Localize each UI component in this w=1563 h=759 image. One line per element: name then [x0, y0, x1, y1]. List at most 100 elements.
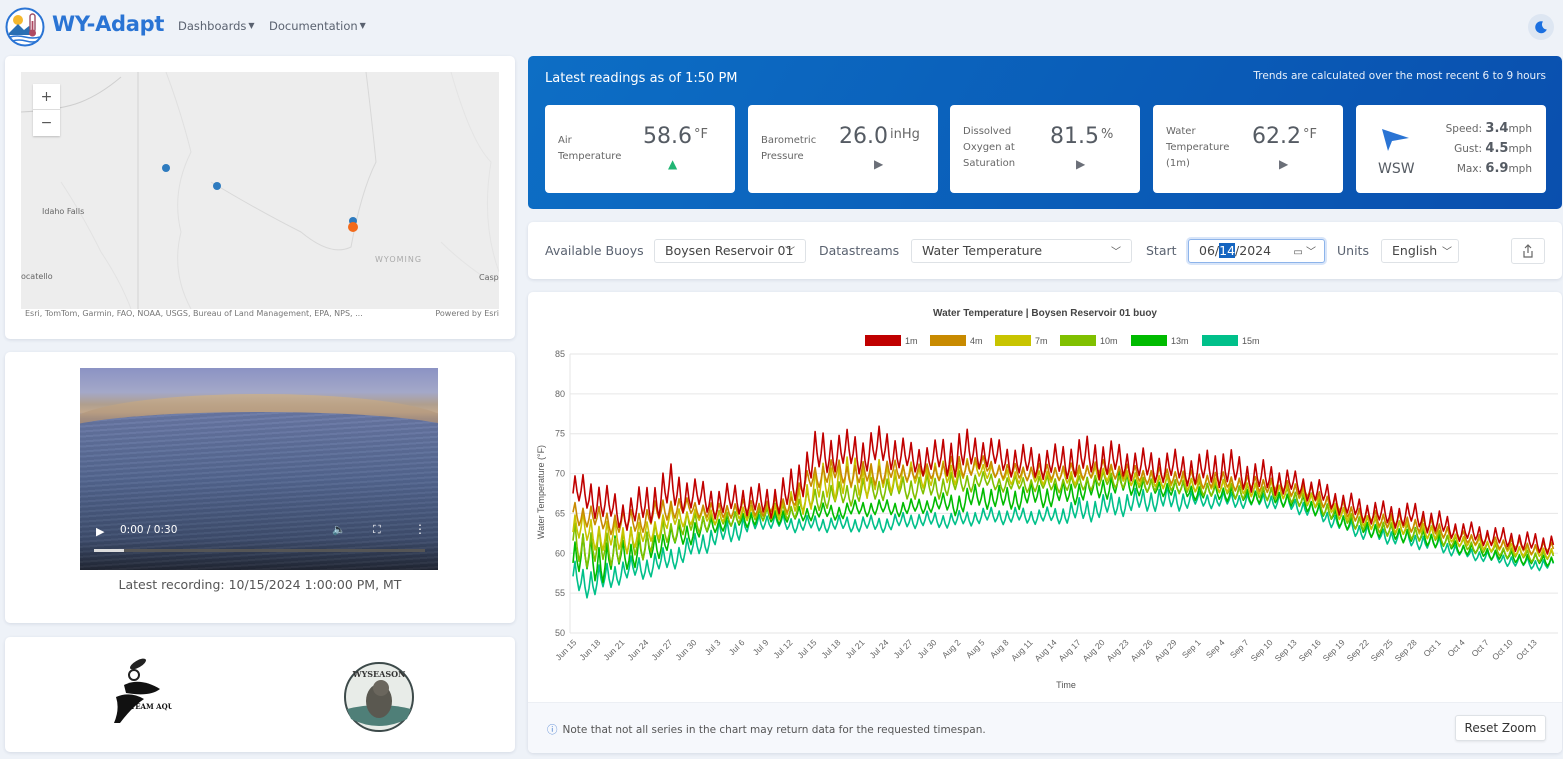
legend-swatch — [1202, 335, 1238, 346]
trend-steady-icon: ▶ — [1076, 157, 1086, 171]
legend-item-7m[interactable]: 7m — [995, 335, 1048, 346]
legend-item-1m[interactable]: 1m — [865, 335, 918, 346]
reading-number: 62.2 — [1252, 124, 1301, 149]
theme-toggle-button[interactable] — [1528, 14, 1554, 40]
reading-unit: °F — [1302, 127, 1317, 142]
buoy-select[interactable]: Boysen Reservoir 01 ﹀ — [654, 239, 806, 263]
legend-item-13m[interactable]: 13m — [1131, 335, 1189, 346]
more-options-icon[interactable]: ⋮ — [414, 522, 426, 536]
reading-unit: °F — [693, 127, 708, 142]
x-tick-label: Jun 30 — [673, 637, 698, 662]
powered-by-esri[interactable]: Powered by Esri — [435, 309, 499, 318]
buoy-video[interactable]: ▶ 0:00 / 0:30 🔈 ⛶ ⋮ — [80, 368, 438, 570]
reading-card-water-temperature: Water Temperature (1m) 62.2 °F ▶ — [1153, 105, 1343, 193]
buoy-marker[interactable] — [162, 164, 170, 172]
x-tick-label: Jul 24 — [867, 637, 890, 660]
x-tick-label: Aug 14 — [1032, 637, 1058, 663]
reading-unit: % — [1100, 127, 1114, 142]
logo-icon[interactable] — [5, 7, 45, 47]
dashboards-menu[interactable]: Dashboards ▼ — [178, 19, 255, 33]
video-progress-fill — [94, 549, 124, 552]
x-tick-label: Sep 25 — [1369, 637, 1395, 663]
datastream-select[interactable]: Water Temperature ﹀ — [911, 239, 1132, 263]
wind-speed: Speed: 3.4mph — [1445, 121, 1532, 136]
legend-item-10m[interactable]: 10m — [1060, 335, 1118, 346]
legend-label: 7m — [1035, 336, 1048, 346]
export-button[interactable] — [1511, 238, 1545, 264]
map-card: Idaho Falls ocatello WYOMING Casp + − Es… — [5, 56, 515, 339]
y-axis-label: Water Temperature (°F) — [536, 445, 546, 539]
reading-value: 58.6 °F — [643, 124, 708, 149]
map-zoom-controls: + − — [33, 84, 60, 136]
x-tick-label: Jul 30 — [915, 637, 938, 660]
chart-note-text: Note that not all series in the chart ma… — [562, 724, 986, 736]
datastreams-label: Datastreams — [819, 243, 900, 258]
video-progress-bar[interactable] — [94, 549, 425, 552]
x-axis-ticks: Jun 15Jun 18Jun 21Jun 24Jun 27Jun 30 Jul … — [553, 637, 1539, 663]
reading-label: Water Temperature (1m) — [1166, 126, 1230, 169]
x-tick-label: Oct 4 — [1445, 637, 1467, 659]
map-basemap — [21, 72, 499, 309]
datastream-select-value: Water Temperature — [922, 243, 1043, 258]
wyseason-logo: WYSEASON — [344, 662, 414, 732]
x-tick-label: Jun 21 — [601, 637, 626, 662]
calendar-icon[interactable]: ▭ ﹀ — [1293, 243, 1316, 258]
legend-item-4m[interactable]: 4m — [930, 335, 983, 346]
brand-name[interactable]: WY-Adapt — [52, 12, 164, 36]
x-tick-label: Sep 16 — [1297, 637, 1323, 663]
selected-buoy-marker[interactable] — [348, 222, 358, 232]
wyseason-text: WYSEASON — [352, 669, 406, 679]
chart-legend: 1m 4m 7m 10m 13m 15m — [865, 335, 1260, 346]
reading-value: 81.5% — [1050, 124, 1113, 149]
trend-steady-icon: ▶ — [1279, 157, 1289, 171]
start-date-day-selected: 14 — [1219, 243, 1236, 258]
y-tick-label: 75 — [555, 429, 565, 439]
map-label-idaho-falls: Idaho Falls — [42, 207, 85, 216]
reading-card-barometric-pressure: Barometric Pressure 26.0 inHg ▶ — [748, 105, 938, 193]
reading-unit: inHg — [889, 127, 920, 142]
legend-label: 15m — [1242, 336, 1260, 346]
video-controls: ▶ 0:00 / 0:30 🔈 ⛶ ⋮ — [80, 518, 438, 570]
zoom-out-button[interactable]: − — [33, 110, 60, 136]
navbar: WY-Adapt Dashboards ▼ Documentation ▼ — [0, 0, 1563, 52]
x-tick-label: Jul 6 — [727, 637, 747, 657]
reading-label: Dissolved Oxygen at Saturation — [963, 126, 1016, 169]
start-date-input[interactable]: 06/14/2024 ▭ ﹀ — [1188, 239, 1325, 263]
units-label: Units — [1337, 243, 1369, 258]
x-tick-label: Jul 18 — [819, 637, 842, 660]
reset-zoom-button[interactable]: Reset Zoom — [1455, 715, 1546, 741]
x-tick-label: Oct 13 — [1514, 637, 1539, 662]
water-temperature-chart[interactable]: Water Temperature | Boysen Reservoir 01 … — [528, 292, 1562, 702]
reading-number: 81.5 — [1050, 124, 1099, 149]
video-time: 0:00 / 0:30 — [120, 524, 178, 536]
y-tick-label: 50 — [555, 628, 565, 638]
reading-number: 26.0 — [839, 124, 888, 149]
documentation-menu[interactable]: Documentation ▼ — [269, 19, 366, 33]
reading-value: 62.2 °F — [1252, 124, 1317, 149]
x-tick-label: Aug 23 — [1105, 637, 1131, 663]
legend-swatch — [1060, 335, 1096, 346]
y-tick-label: 65 — [555, 508, 565, 518]
units-select[interactable]: English ﹀ — [1381, 239, 1459, 263]
x-tick-label: Sep 7 — [1228, 637, 1251, 660]
x-tick-label: Jun 15 — [553, 637, 578, 662]
y-tick-label: 55 — [555, 588, 565, 598]
map-label-pocatello: ocatello — [21, 272, 53, 281]
legend-item-15m[interactable]: 15m — [1202, 335, 1260, 346]
play-icon[interactable]: ▶ — [96, 525, 104, 538]
fullscreen-icon[interactable]: ⛶ — [373, 523, 381, 537]
x-tick-label: Aug 26 — [1129, 637, 1155, 663]
buoy-map[interactable]: Idaho Falls ocatello WYOMING Casp + − — [21, 72, 499, 309]
x-tick-label: Aug 11 — [1009, 637, 1035, 663]
reading-card-dissolved-oxygen: Dissolved Oxygen at Saturation 81.5% ▶ — [950, 105, 1140, 193]
zoom-in-button[interactable]: + — [33, 84, 60, 110]
buoy-marker[interactable] — [213, 182, 221, 190]
chart-controls: Available Buoys Boysen Reservoir 01 ﹀ Dat… — [528, 222, 1562, 279]
moon-icon — [1535, 21, 1547, 34]
x-tick-label: Aug 8 — [988, 637, 1011, 660]
volume-icon[interactable]: 🔈 — [332, 523, 346, 536]
chart-footer: ⓘ Note that not all series in the chart m… — [528, 702, 1562, 753]
x-axis-label: Time — [1056, 680, 1076, 690]
wind-direction-arrow-icon — [1382, 129, 1409, 151]
wind-stats: Speed: 3.4mph Gust: 4.5mph Max: 6.9mph — [1446, 119, 1532, 179]
